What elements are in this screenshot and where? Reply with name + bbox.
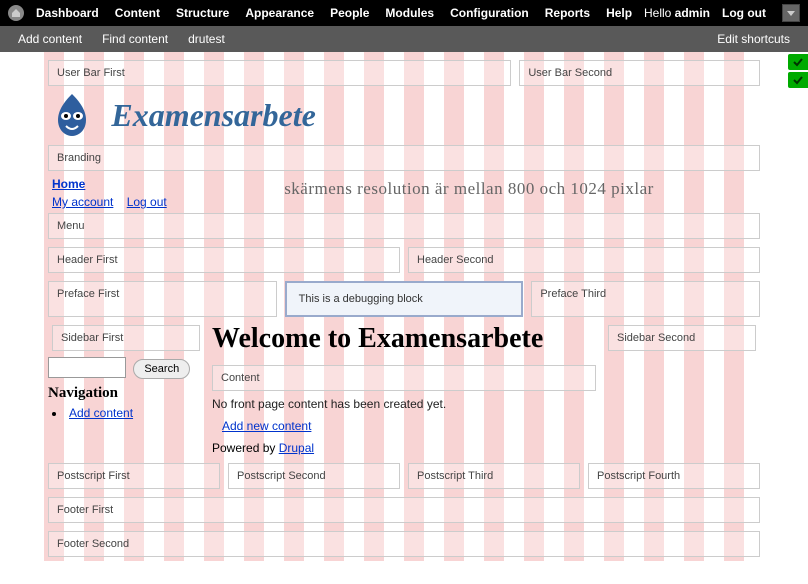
list-item: Add content <box>52 406 204 420</box>
menu-links: Home My account Log out <box>48 175 178 209</box>
admin-menu-configuration[interactable]: Configuration <box>442 6 537 20</box>
search-button[interactable]: Search <box>133 359 190 379</box>
shortcut-find-content[interactable]: Find content <box>92 32 178 46</box>
logout-link[interactable]: Log out <box>127 195 167 209</box>
search-form: Search <box>48 357 204 379</box>
admin-logout[interactable]: Log out <box>714 6 774 20</box>
region-sidebar-first: Sidebar First <box>52 325 200 351</box>
no-content-message: No front page content has been created y… <box>212 397 596 411</box>
debug-block: This is a debugging block <box>285 281 524 317</box>
admin-menu-modules[interactable]: Modules <box>377 6 442 20</box>
region-postscript-second: Postscript Second <box>228 463 400 489</box>
region-footer-first: Footer First <box>48 497 760 523</box>
add-new-content-link[interactable]: Add new content <box>222 419 311 433</box>
search-input[interactable] <box>48 357 126 378</box>
my-account-link[interactable]: My account <box>52 195 113 209</box>
admin-menu-appearance[interactable]: Appearance <box>237 6 322 20</box>
resolution-message: skärmens resolution är mellan 800 och 10… <box>178 175 760 199</box>
region-header-second: Header Second <box>408 247 760 273</box>
region-menu: Menu <box>48 213 760 239</box>
status-ok-tab[interactable] <box>788 54 808 70</box>
admin-menu-dashboard[interactable]: Dashboard <box>28 6 107 20</box>
region-postscript-fourth: Postscript Fourth <box>588 463 760 489</box>
admin-toolbar: Dashboard Content Structure Appearance P… <box>0 0 808 26</box>
admin-menu-reports[interactable]: Reports <box>537 6 598 20</box>
region-header-first: Header First <box>48 247 400 273</box>
shortcut-bar: Add content Find content drutest Edit sh… <box>0 26 808 52</box>
region-preface-third: Preface Third <box>531 281 760 317</box>
admin-menu-structure[interactable]: Structure <box>168 6 237 20</box>
main-row: Sidebar First Search Navigation Add cont… <box>48 321 760 459</box>
region-user-bar-second: User Bar Second <box>519 60 760 86</box>
menu-row: Home My account Log out skärmens resolut… <box>48 175 760 209</box>
home-link[interactable]: Home <box>52 177 85 191</box>
region-content: Content <box>212 365 596 391</box>
region-postscript-first: Postscript First <box>48 463 220 489</box>
hello-user: Hello admin <box>644 6 714 20</box>
nav-add-content[interactable]: Add content <box>69 406 133 420</box>
sidebar-second: Sidebar Second <box>604 321 760 459</box>
status-ok-tab[interactable] <box>788 72 808 88</box>
admin-menu-people[interactable]: People <box>322 6 377 20</box>
home-icon[interactable] <box>8 5 24 21</box>
site-title[interactable]: Examensarbete <box>111 97 315 134</box>
chevron-down-icon <box>787 11 795 16</box>
branding-area: Examensarbete <box>48 90 760 141</box>
region-footer-second: Footer Second <box>48 531 760 557</box>
shortcut-add-content[interactable]: Add content <box>8 32 92 46</box>
drupal-link[interactable]: Drupal <box>279 441 314 455</box>
region-postscript-third: Postscript Third <box>408 463 580 489</box>
toolbar-toggle-button[interactable] <box>782 4 800 22</box>
region-user-bar-first: User Bar First <box>48 60 511 86</box>
shortcut-drutest[interactable]: drutest <box>178 32 235 46</box>
page-wrapper: User Bar First User Bar Second Examensar… <box>44 52 764 561</box>
edit-shortcuts[interactable]: Edit shortcuts <box>707 32 800 46</box>
status-tabs <box>788 54 808 90</box>
site-logo[interactable] <box>48 90 96 141</box>
navigation-list: Add content <box>52 406 204 420</box>
sidebar-first: Sidebar First Search Navigation Add cont… <box>48 321 204 459</box>
region-sidebar-second: Sidebar Second <box>608 325 756 351</box>
admin-menu-help[interactable]: Help <box>598 6 640 20</box>
powered-by: Powered by Drupal <box>212 441 596 455</box>
content-area: Welcome to Examensarbete Content No fron… <box>208 321 600 459</box>
admin-menu-content[interactable]: Content <box>107 6 168 20</box>
navigation-heading: Navigation <box>48 385 204 402</box>
region-preface-first: Preface First <box>48 281 277 317</box>
page-title: Welcome to Examensarbete <box>212 321 600 357</box>
region-branding: Branding <box>48 145 760 171</box>
